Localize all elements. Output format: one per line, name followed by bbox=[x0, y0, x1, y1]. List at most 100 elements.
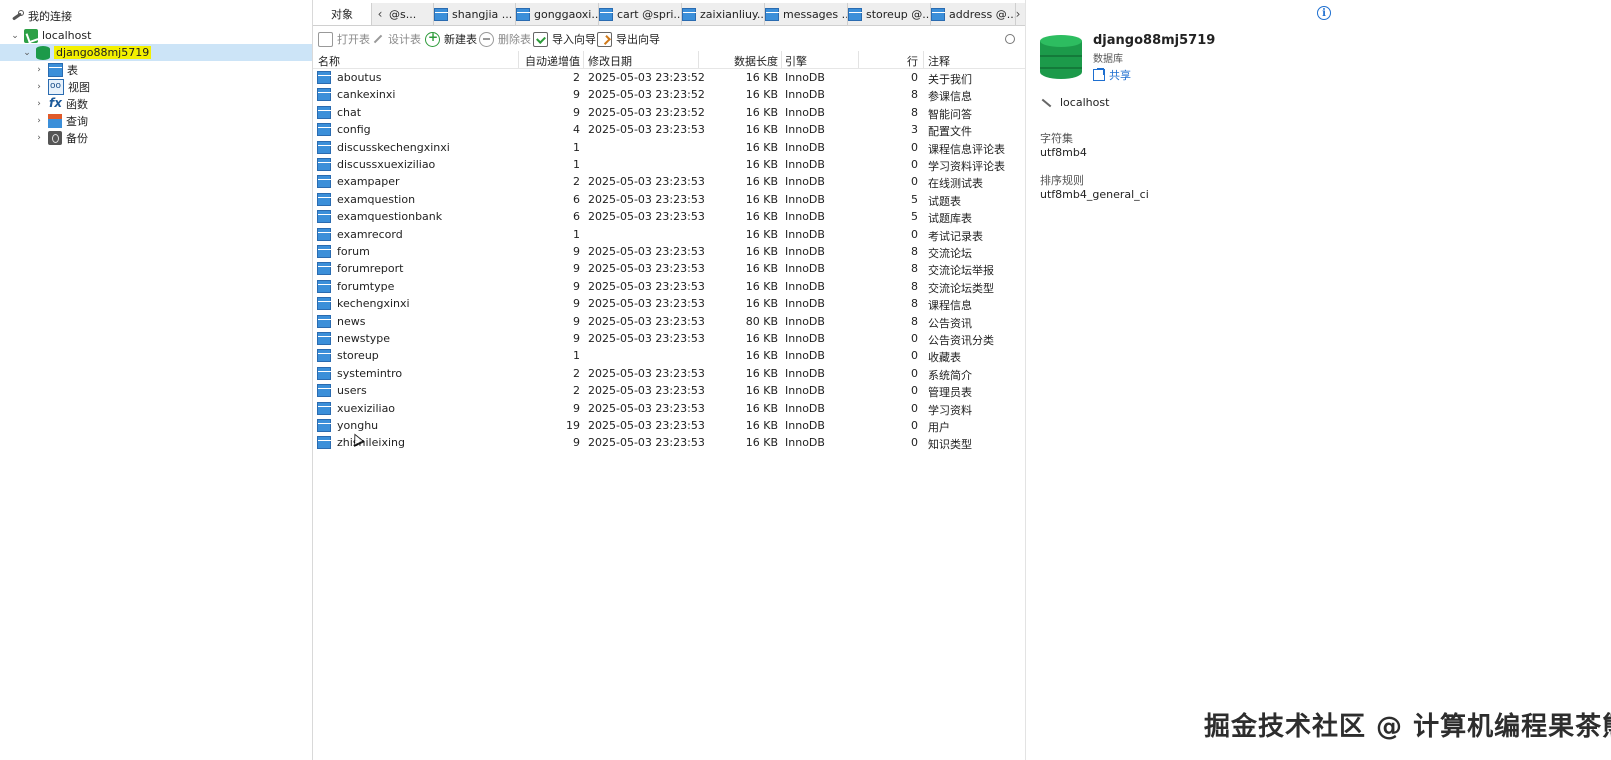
cell-data-length: 16 KB bbox=[745, 262, 778, 276]
table-row[interactable]: news 9 2025-05-03 23:23:53 80 KB InnoDB 8 公告资讯 bbox=[313, 313, 1025, 330]
chevron-down-icon[interactable]: ⌄ bbox=[22, 48, 32, 58]
query-tab[interactable]: shangjia ... bbox=[430, 3, 516, 25]
column-header-auto-increment[interactable]: 自动递增值 bbox=[520, 53, 580, 69]
tab-objects[interactable]: 对象 bbox=[313, 3, 372, 25]
table-row[interactable]: storeup 1 16 KB InnoDB 0 收藏表 bbox=[313, 347, 1025, 364]
tree-node-views[interactable]: › 视图 bbox=[34, 78, 90, 95]
column-header-data-length[interactable]: 数据长度 bbox=[701, 53, 778, 69]
tree-node-functions[interactable]: › 函数 bbox=[34, 95, 88, 112]
new-table-button[interactable]: 新建表 bbox=[425, 30, 477, 48]
query-tab[interactable]: zaixianliuy... bbox=[678, 3, 765, 25]
cell-comment: 智能问答 bbox=[928, 107, 972, 121]
table-row[interactable]: exampaper 2 2025-05-03 23:23:53 16 KB InnoDB… bbox=[313, 173, 1025, 190]
column-header-name[interactable]: 名称 bbox=[318, 53, 340, 69]
chevron-right-icon[interactable]: › bbox=[34, 133, 44, 143]
import-wizard-button[interactable]: 导入向导 bbox=[533, 30, 596, 48]
table-row[interactable]: forumreport 9 2025-05-03 23:23:53 16 KB Inno… bbox=[313, 260, 1025, 277]
table-row[interactable]: examquestionbank 6 2025-05-03 23:23:53 16 K… bbox=[313, 208, 1025, 225]
table-icon bbox=[317, 314, 331, 328]
column-header-modified-date[interactable]: 修改日期 bbox=[588, 53, 632, 69]
cell-rows: 5 bbox=[911, 192, 918, 206]
table-icon bbox=[317, 262, 331, 276]
tree-node-queries[interactable]: › 查询 bbox=[34, 112, 88, 129]
table-row[interactable]: cankexinxi 9 2025-05-03 23:23:52 16 KB InnoD… bbox=[313, 86, 1025, 103]
share-label: 共享 bbox=[1109, 69, 1131, 82]
tree-node-localhost[interactable]: ⌄ localhost bbox=[10, 27, 91, 44]
charset-value: utf8mb4 bbox=[1040, 146, 1087, 159]
open-table-button[interactable]: 打开表 bbox=[318, 30, 370, 48]
table-row[interactable]: aboutus 2 2025-05-03 23:23:52 16 KB InnoDB 0 关… bbox=[313, 69, 1025, 86]
query-tab[interactable]: storeup @... bbox=[844, 3, 931, 25]
table-icon bbox=[317, 71, 331, 84]
tree-root-my-connections[interactable]: 我的连接 bbox=[10, 7, 72, 24]
column-divider[interactable] bbox=[518, 51, 519, 68]
table-row[interactable]: forum 9 2025-05-03 23:23:53 16 KB InnoDB 8 交流论… bbox=[313, 243, 1025, 260]
column-divider[interactable] bbox=[698, 51, 699, 68]
column-divider[interactable] bbox=[923, 51, 924, 68]
table-row[interactable]: newstype 9 2025-05-03 23:23:53 16 KB InnoDB 0… bbox=[313, 330, 1025, 347]
table-row[interactable]: systemintro 2 2025-05-03 23:23:53 16 KB Inno… bbox=[313, 365, 1025, 382]
column-header-comment[interactable]: 注释 bbox=[928, 53, 950, 69]
tree-node-label: 视图 bbox=[68, 80, 90, 94]
table-row[interactable]: examquestion 6 2025-05-03 23:23:53 16 KB Inn… bbox=[313, 191, 1025, 208]
search-button[interactable] bbox=[1005, 30, 1019, 48]
tab-scroll-left-icon[interactable]: ‹ bbox=[375, 6, 385, 22]
chevron-right-icon[interactable]: › bbox=[34, 82, 44, 92]
tree-node-backups[interactable]: › 备份 bbox=[34, 129, 88, 146]
table-row[interactable]: chat 9 2025-05-03 23:23:52 16 KB InnoDB 8 智能问答 bbox=[313, 104, 1025, 121]
query-tab[interactable]: cart @spri... bbox=[595, 3, 682, 25]
chevron-right-icon[interactable]: › bbox=[34, 99, 44, 109]
info-icon[interactable]: i bbox=[1317, 6, 1331, 20]
column-header-rows[interactable]: 行 bbox=[861, 53, 918, 69]
share-link[interactable]: 共享 bbox=[1093, 67, 1131, 83]
column-header-engine[interactable]: 引擎 bbox=[785, 53, 807, 69]
table-icon bbox=[516, 7, 530, 21]
column-divider[interactable] bbox=[858, 51, 859, 68]
design-table-label: 设计表 bbox=[388, 33, 421, 46]
query-tab[interactable]: gonggaoxi... bbox=[512, 3, 599, 25]
cell-auto-increment: 2 bbox=[573, 366, 580, 380]
table-row[interactable]: examrecord 1 16 KB InnoDB 0 考试记录表 bbox=[313, 226, 1025, 243]
design-table-button[interactable]: 设计表 bbox=[371, 30, 421, 48]
chevron-right-icon[interactable]: › bbox=[34, 116, 44, 126]
cell-name: news bbox=[337, 314, 366, 328]
table-row[interactable]: forumtype 9 2025-05-03 23:23:53 16 KB InnoDB… bbox=[313, 278, 1025, 295]
table-row[interactable]: discussxuexiziliao 1 16 KB InnoDB 0 学习资料评论表 bbox=[313, 156, 1025, 173]
query-tab[interactable]: address @... bbox=[927, 3, 1016, 25]
table-row[interactable]: xuexiziliao 9 2025-05-03 23:23:53 16 KB Inno… bbox=[313, 400, 1025, 417]
tree-node-label: django88mj5719 bbox=[54, 46, 152, 59]
cell-name: xuexiziliao bbox=[337, 401, 396, 415]
table-row[interactable]: yonghu 19 2025-05-03 23:23:53 16 KB InnoDB 0 用… bbox=[313, 417, 1025, 434]
cell-name: newstype bbox=[337, 332, 391, 345]
query-tab[interactable]: messages ... bbox=[761, 3, 848, 25]
cell-modified-date: 2025-05-03 23:23:53 bbox=[588, 279, 705, 293]
tab-scroll-right-icon[interactable]: › bbox=[1013, 6, 1023, 22]
cell-comment: 课程信息 bbox=[928, 299, 972, 313]
cell-rows: 0 bbox=[911, 175, 918, 189]
objects-pane: 对象 ‹ @s... shangjia ... gonggaoxi... car… bbox=[313, 0, 1025, 760]
delete-table-button[interactable]: 删除表 bbox=[479, 30, 531, 48]
table-row[interactable]: users 2 2025-05-03 23:23:53 16 KB InnoDB 0 管理员… bbox=[313, 382, 1025, 399]
query-tab-label: storeup @... bbox=[866, 7, 931, 21]
table-row[interactable]: kechengxinxi 9 2025-05-03 23:23:53 16 KB Inn… bbox=[313, 295, 1025, 312]
collation-label: 排序规则 bbox=[1040, 174, 1084, 187]
column-divider[interactable] bbox=[583, 51, 584, 68]
cell-rows: 0 bbox=[911, 140, 918, 154]
cell-engine: InnoDB bbox=[785, 88, 825, 102]
open-table-icon bbox=[318, 31, 333, 47]
chevron-right-icon[interactable]: › bbox=[34, 65, 44, 75]
query-tab[interactable]: @s... bbox=[385, 3, 434, 25]
table-row[interactable]: config 4 2025-05-03 23:23:53 16 KB InnoDB 3 配置… bbox=[313, 121, 1025, 138]
table-row[interactable]: zhishileixing 9 2025-05-03 23:23:53 16 KB In… bbox=[313, 434, 1025, 451]
column-divider[interactable] bbox=[781, 51, 782, 68]
cell-engine: InnoDB bbox=[785, 419, 825, 432]
design-table-icon bbox=[371, 33, 384, 46]
cell-modified-date: 2025-05-03 23:23:53 bbox=[588, 123, 705, 137]
table-row[interactable]: discusskechengxinxi 1 16 KB InnoDB 0 课程信息评论表 bbox=[313, 139, 1025, 156]
tree-node-database[interactable]: ⌄ django88mj5719 bbox=[0, 44, 312, 61]
tree-node-tables[interactable]: › 表 bbox=[34, 61, 78, 78]
query-tab-label: address @... bbox=[949, 7, 1016, 21]
table-icon bbox=[599, 7, 613, 21]
export-wizard-button[interactable]: 导出向导 bbox=[597, 30, 660, 48]
chevron-down-icon[interactable]: ⌄ bbox=[10, 31, 20, 41]
